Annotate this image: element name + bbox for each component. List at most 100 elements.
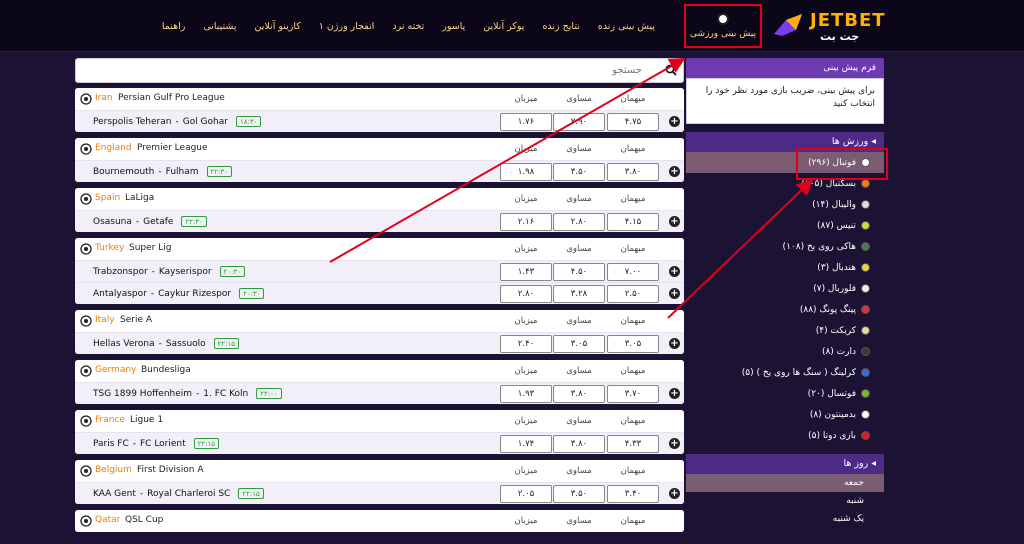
sport-item[interactable]: بدمینتون (۸): [686, 404, 884, 425]
odd-home[interactable]: ۴.۱۵: [607, 213, 659, 231]
league-header: England Premier League میهمان مساوی میزبان: [75, 138, 684, 160]
odd-away[interactable]: ۲.۰۵: [500, 485, 552, 503]
odd-home[interactable]: ۳.۷۰: [607, 385, 659, 403]
odd-home[interactable]: ۴.۳۳: [607, 435, 659, 453]
sport-item[interactable]: دارت (۸): [686, 341, 884, 362]
more-odds-icon[interactable]: +: [669, 116, 680, 127]
sport-item[interactable]: والیبال (۱۴): [686, 194, 884, 215]
nav-sports-betting[interactable]: پیش بینی ورزشی: [684, 4, 762, 48]
search-icon[interactable]: [665, 64, 677, 76]
odd-away[interactable]: ۱.۹۸: [500, 163, 552, 181]
nav-online-casino[interactable]: کازینو آنلاین: [246, 0, 310, 52]
odd-home[interactable]: ۲.۵۰: [607, 285, 659, 303]
odd-home[interactable]: ۳.۴۰: [607, 485, 659, 503]
sport-item[interactable]: فلوربال (۷): [686, 278, 884, 299]
odd-away[interactable]: ۱.۷۴: [500, 435, 552, 453]
more-odds-icon[interactable]: +: [669, 488, 680, 499]
nav-help[interactable]: راهنما: [153, 0, 195, 52]
nav-live-results[interactable]: نتایج زنده: [533, 0, 588, 52]
odd-away[interactable]: ۱.۴۳: [500, 263, 552, 281]
teams: KAA Gent - Royal Charleroi SC ۲۲:۱۵: [93, 488, 264, 499]
sport-item[interactable]: کریکت (۴): [686, 320, 884, 341]
country-name: Germany: [95, 365, 137, 375]
odd-home[interactable]: ۴.۷۵: [607, 113, 659, 131]
header-away: میزبان: [514, 144, 538, 154]
country-name: England: [95, 143, 132, 153]
header-home: میهمان: [620, 244, 646, 254]
odd-draw[interactable]: ۲.۸۰: [553, 213, 605, 231]
odd-away[interactable]: ۲.۱۶: [500, 213, 552, 231]
odd-draw[interactable]: ۳.۵۰: [553, 163, 605, 181]
day-item[interactable]: شنبه: [686, 492, 884, 510]
day-item[interactable]: یک شنبه: [686, 510, 884, 528]
odd-away[interactable]: ۱.۹۳: [500, 385, 552, 403]
soccer-ball-icon: [80, 143, 92, 155]
sport-item[interactable]: پینگ پونگ (۸۸): [686, 299, 884, 320]
odd-draw[interactable]: ۳.۸۰: [553, 435, 605, 453]
home-team: Paris FC: [93, 438, 129, 449]
header-draw: مساوی: [566, 416, 592, 426]
league-name: LaLiga: [125, 193, 155, 203]
team-separator: -: [158, 338, 162, 349]
more-odds-icon[interactable]: +: [669, 438, 680, 449]
country-name: Italy: [95, 315, 115, 325]
sport-item[interactable]: کرلینگ ( سنگ ها روی یخ ) (۵): [686, 362, 884, 383]
sport-icon: [861, 284, 870, 293]
odd-away[interactable]: ۲.۴۰: [500, 335, 552, 353]
home-team: Trabzonspor: [93, 266, 148, 277]
odd-draw[interactable]: ۳.۰۵: [553, 335, 605, 353]
odd-draw[interactable]: ۲.۹۰: [553, 113, 605, 131]
header-draw: مساوی: [566, 144, 592, 154]
sport-item[interactable]: فوتسال (۲۰): [686, 383, 884, 404]
more-odds-icon[interactable]: +: [669, 166, 680, 177]
sport-item[interactable]: هاکی روی یخ (۱۰۸): [686, 236, 884, 257]
more-odds-icon[interactable]: +: [669, 288, 680, 299]
match-row: Osasuna - Getafe ۲۲:۳۰ ۴.۱۵ ۲.۸۰ ۲.۱۶ +: [75, 210, 684, 232]
odd-draw[interactable]: ۳.۸۰: [553, 385, 605, 403]
nav-support[interactable]: پشتیبانی: [194, 0, 245, 52]
search-input[interactable]: [76, 59, 666, 82]
country-name: Iran: [95, 93, 113, 103]
soccer-ball-icon: [80, 315, 92, 327]
team-separator: -: [196, 388, 200, 399]
more-odds-icon[interactable]: +: [669, 216, 680, 227]
header-home: میهمان: [620, 94, 646, 104]
away-team: 1. FC Koln: [203, 388, 249, 399]
more-odds-icon[interactable]: +: [669, 266, 680, 277]
nav-live-betting[interactable]: پیش بینی زنده: [589, 0, 664, 52]
match-card: Spain LaLiga میهمان مساوی میزبان Osasuna - Geta…: [75, 188, 684, 232]
teams: Hellas Verona - Sassuolo ۲۲:۱۵: [93, 338, 240, 349]
sport-item[interactable]: تنیس (۸۷): [686, 215, 884, 236]
match-time-badge: ۲۰:۳۰: [219, 266, 245, 277]
nav-backgammon[interactable]: تخته نرد: [383, 0, 433, 52]
odd-home[interactable]: ۳.۰۵: [607, 335, 659, 353]
nav-crash-v1[interactable]: انفجار ورژن ۱: [310, 0, 384, 52]
sport-label: تنیس (۸۷): [817, 220, 856, 231]
main-nav: پیش بینی زنده نتایج زنده پوکر آنلاین پاس…: [153, 0, 664, 52]
sport-icon: [861, 305, 870, 314]
sport-icon: [861, 263, 870, 272]
more-odds-icon[interactable]: +: [669, 388, 680, 399]
odd-away[interactable]: ۲.۸۰: [500, 285, 552, 303]
odd-home[interactable]: ۷.۰۰: [607, 263, 659, 281]
jetbet-logo[interactable]: JETBET جت بت: [772, 6, 892, 46]
header-home: میهمان: [620, 194, 646, 204]
odd-away[interactable]: ۱.۷۶: [500, 113, 552, 131]
header-home: میهمان: [620, 466, 646, 476]
nav-pasur[interactable]: پاسور: [433, 0, 474, 52]
odd-draw[interactable]: ۳.۲۸: [553, 285, 605, 303]
odd-draw[interactable]: ۳.۵۰: [553, 485, 605, 503]
match-card: England Premier League میهمان مساوی میزبان Bo…: [75, 138, 684, 182]
more-odds-icon[interactable]: +: [669, 338, 680, 349]
match-row: Trabzonspor - Kayserispor ۲۰:۳۰ ۷.۰۰ ۴.۵۰ ۱.۴۳…: [75, 260, 684, 282]
bet-form-text: برای پیش بینی، ضریب بازی مورد نظر خود را…: [686, 78, 884, 124]
day-item[interactable]: جمعه: [686, 474, 884, 492]
sport-item[interactable]: هندبال (۳): [686, 257, 884, 278]
sport-label: بدمینتون (۸): [809, 409, 856, 420]
odd-draw[interactable]: ۴.۵۰: [553, 263, 605, 281]
nav-online-poker[interactable]: پوکر آنلاین: [474, 0, 533, 52]
country-name: France: [95, 415, 125, 425]
odd-home[interactable]: ۳.۸۰: [607, 163, 659, 181]
match-card: France Ligue 1 میهمان مساوی میزبان Paris FC - F…: [75, 410, 684, 454]
sport-item[interactable]: بازی دوتا (۵): [686, 425, 884, 446]
